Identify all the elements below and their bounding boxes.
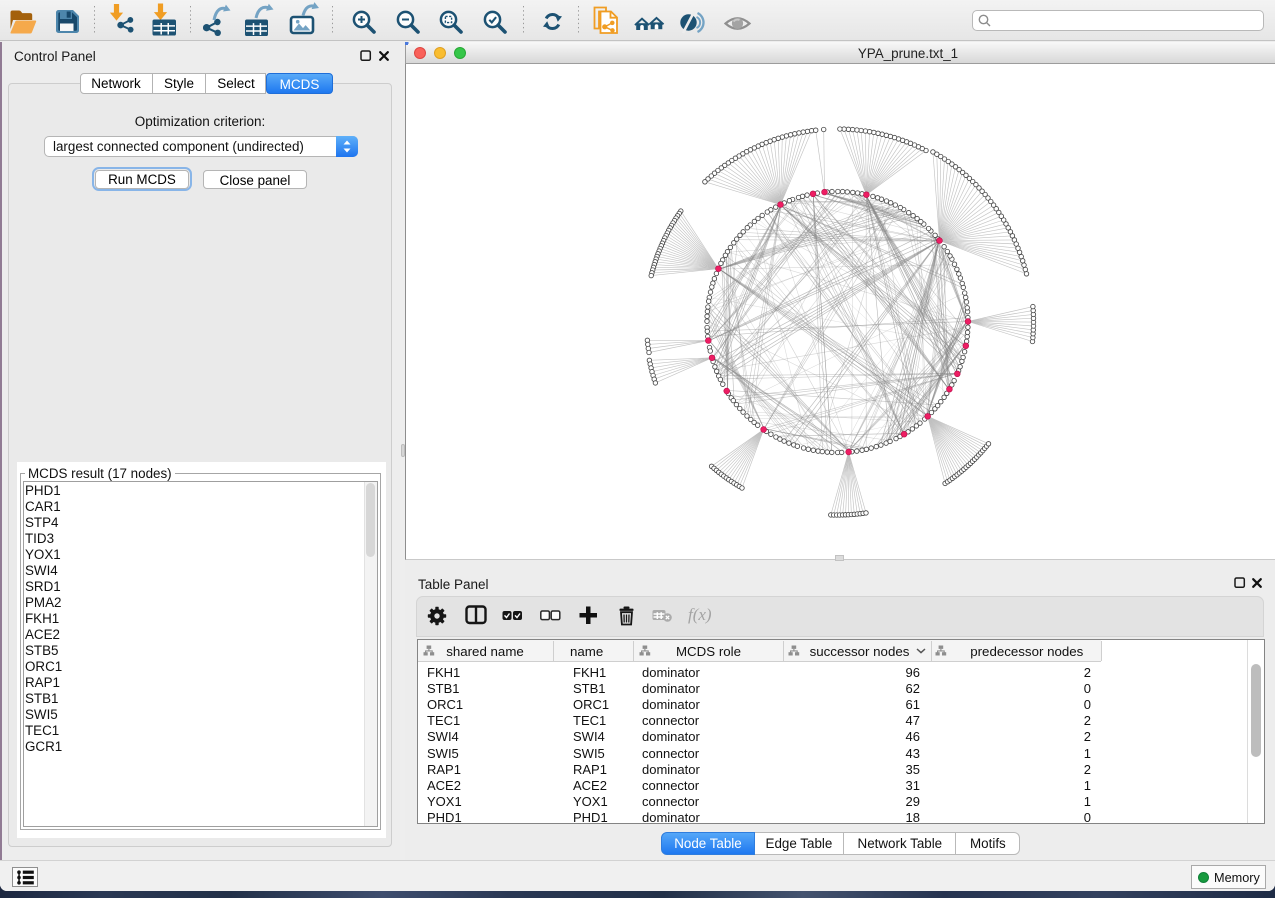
svg-text:f(x): f(x): [688, 605, 712, 624]
